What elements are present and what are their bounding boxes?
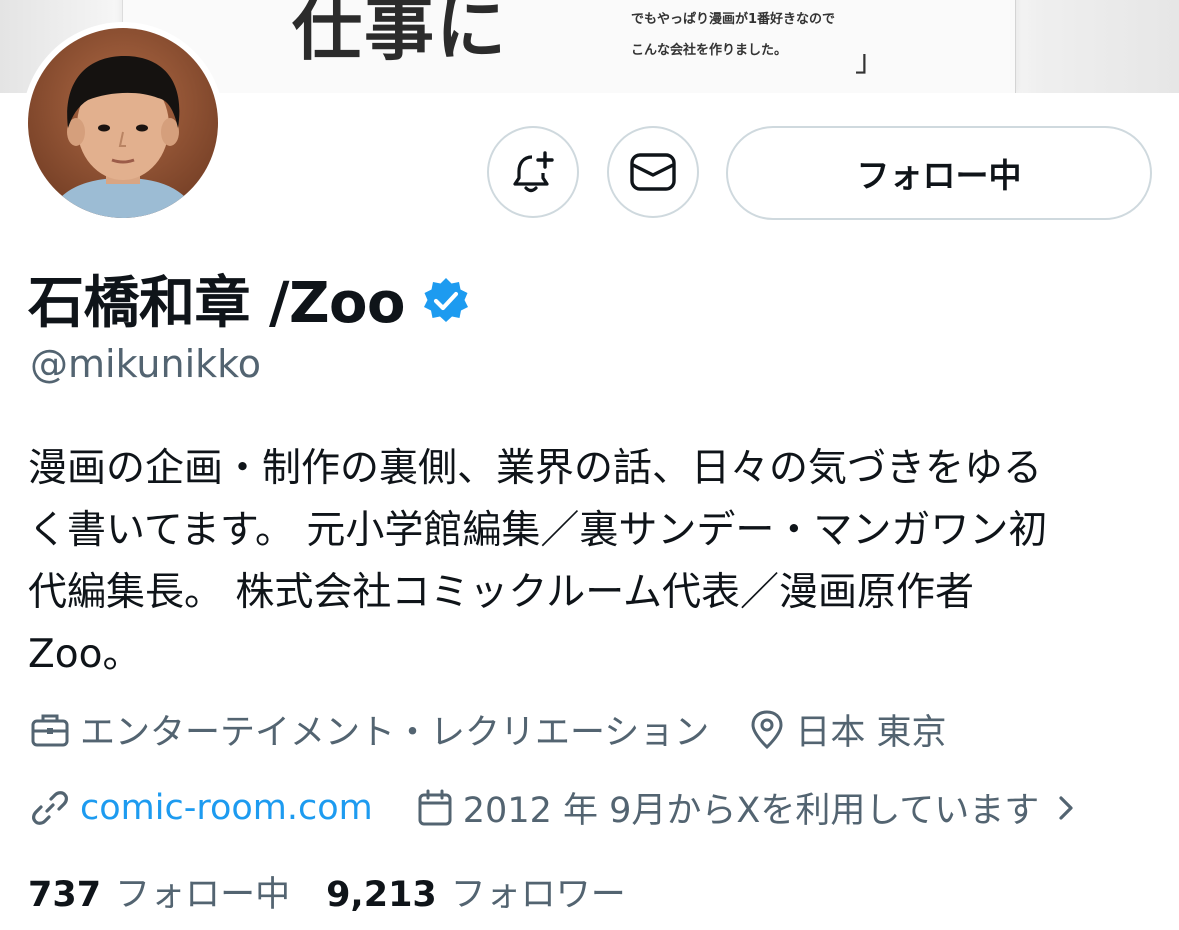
- banner-text-line2: こんな会社を作りました。: [631, 43, 788, 58]
- followers-count: 9,213: [326, 875, 437, 915]
- bio-line: 代編集長。 株式会社コミックルーム代表／漫画原作者: [28, 570, 975, 615]
- following-stat[interactable]: 737 フォロー中: [28, 866, 290, 917]
- join-date[interactable]: 2012 年 9月からXを利用しています: [417, 782, 1086, 833]
- location: 日本 東京: [749, 704, 946, 755]
- briefcase-icon: [31, 714, 69, 746]
- followers-stat[interactable]: 9,213 フォロワー: [326, 866, 626, 917]
- calendar-icon: [418, 789, 452, 825]
- user-handle: @mikunikko: [30, 342, 262, 386]
- avatar-photo: [28, 28, 218, 218]
- banner-headline: 仕事に: [292, 0, 508, 70]
- chevron-right-icon: [1059, 795, 1073, 820]
- followers-label: フォロワー: [450, 875, 626, 915]
- location-label: 日本 東京: [795, 713, 947, 753]
- category-label: エンターテイメント・レクリエーション: [80, 713, 710, 753]
- following-button[interactable]: フォロー中: [726, 126, 1152, 220]
- join-date-label: 2012 年 9月からXを利用しています: [462, 791, 1040, 831]
- banner-bracket: 」: [855, 44, 885, 79]
- avatar[interactable]: [22, 22, 224, 224]
- name-row: 石橋和章 /Zoo: [28, 258, 471, 339]
- website[interactable]: comic-room.com: [30, 788, 373, 828]
- bio: 漫画の企画・制作の裏側、業界の話、日々の気づきをゆる く書いてます。 元小学館編…: [28, 438, 1138, 686]
- profile-meta-row: comic-room.com 2012 年 9月からXを利用しています: [30, 782, 1085, 833]
- category: エンターテイメント・レクリエーション: [30, 704, 709, 755]
- banner-text-line1: でもやっぱり漫画が1番好きなので: [631, 12, 836, 27]
- verified-badge-icon[interactable]: [421, 276, 471, 326]
- website-link[interactable]: comic-room.com: [80, 788, 373, 828]
- bell-plus-icon: [513, 151, 554, 193]
- profile-meta-row: エンターテイメント・レクリエーション 日本 東京: [30, 704, 946, 755]
- notify-button[interactable]: [487, 126, 579, 218]
- bio-line: 漫画の企画・制作の裏側、業界の話、日々の気づきをゆる: [28, 446, 1043, 491]
- link-icon: [32, 790, 68, 825]
- message-button[interactable]: [607, 126, 699, 218]
- envelope-icon: [630, 153, 676, 191]
- bio-line: く書いてます。 元小学館編集／裏サンデー・マンガワン初: [28, 508, 1048, 553]
- following-count: 737: [28, 875, 102, 915]
- display-name: 石橋和章 /Zoo: [28, 271, 406, 336]
- location-pin-icon: [751, 709, 783, 749]
- bio-line: Zoo。: [28, 632, 142, 677]
- following-label: フォロー中: [115, 875, 291, 915]
- follow-counts: 737 フォロー中 9,213 フォロワー: [28, 866, 626, 917]
